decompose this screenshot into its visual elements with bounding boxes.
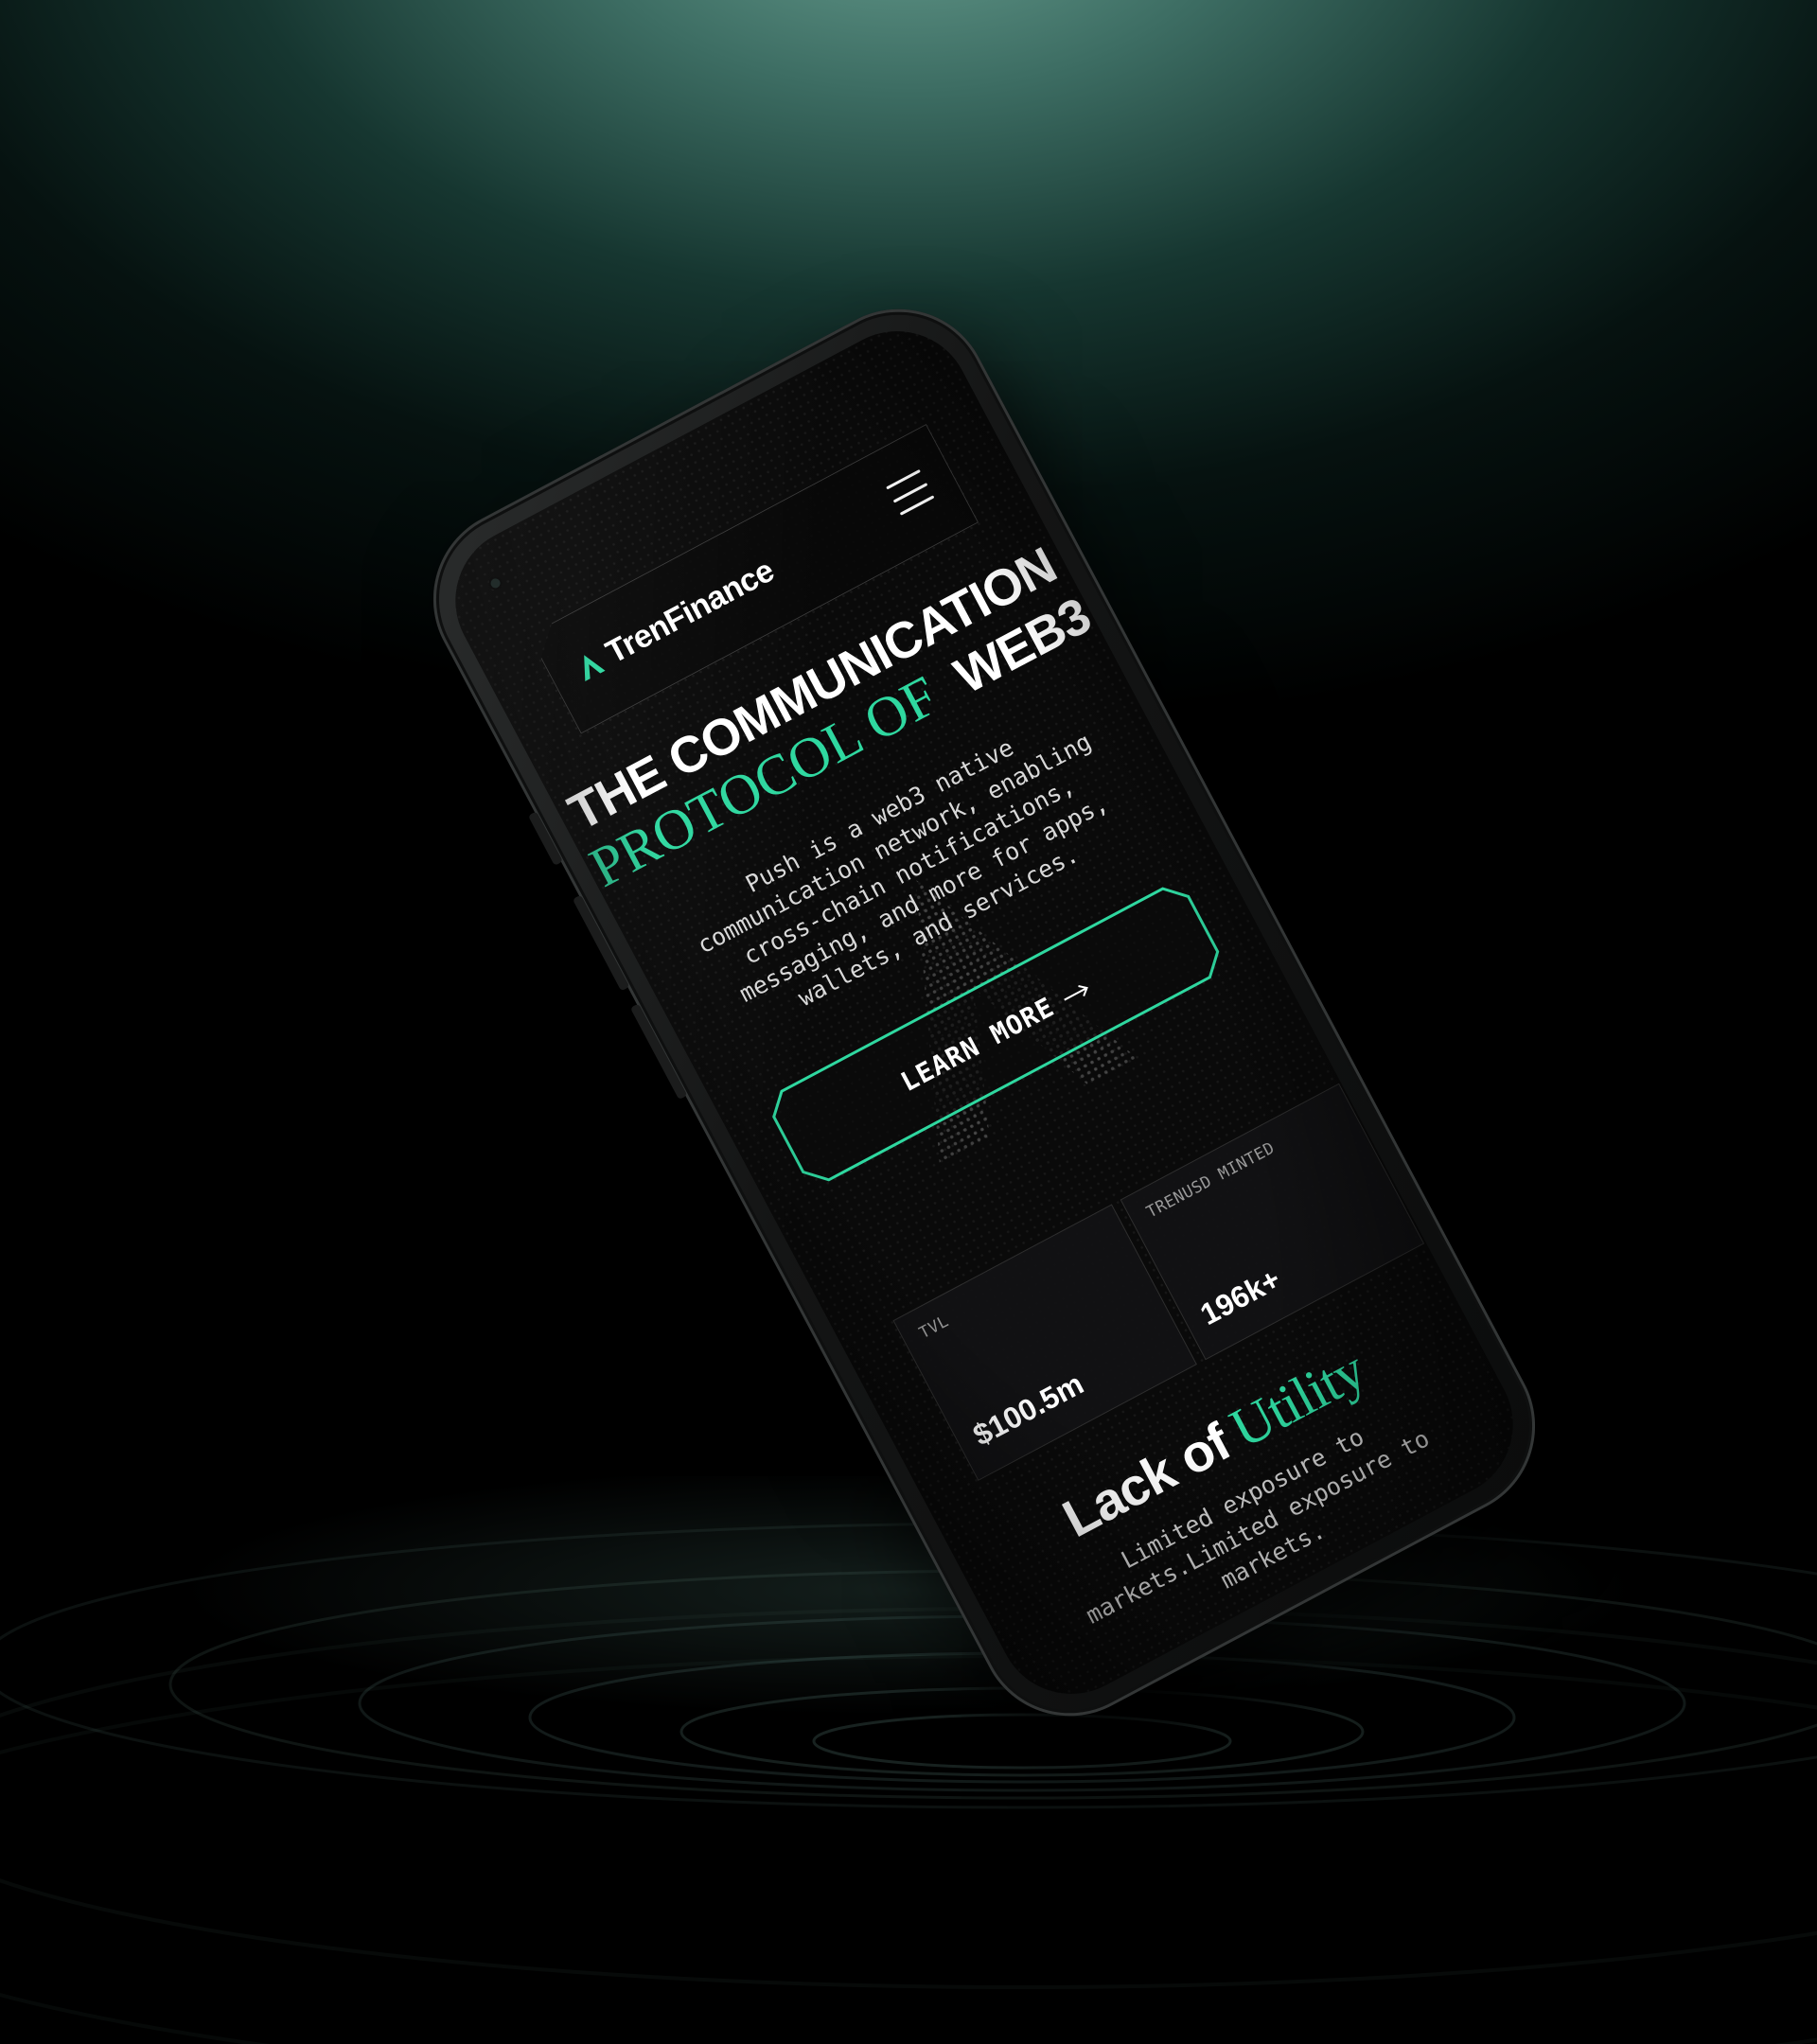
scene-background: TrenFinance THE COMMUNICATION PROTOCOL O… bbox=[0, 0, 1817, 2044]
stat-label: TVL bbox=[916, 1312, 953, 1344]
tren-arrow-logo-icon bbox=[573, 648, 607, 683]
stat-value: 196k+ bbox=[1194, 1261, 1286, 1332]
hamburger-menu-icon[interactable] bbox=[886, 469, 934, 516]
